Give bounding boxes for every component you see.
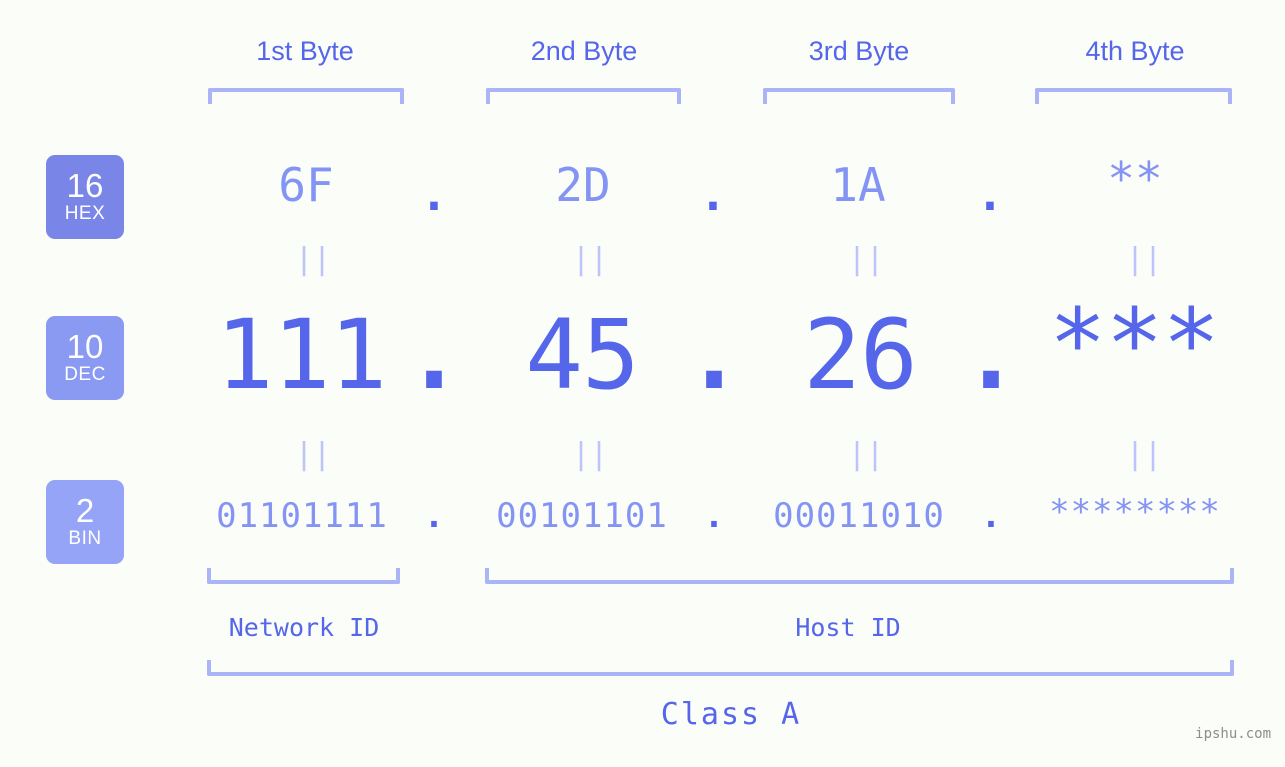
bin-separator-2: . [703, 496, 725, 536]
byte-header-label-4: 4th Byte [1085, 36, 1185, 66]
base-badge-bin-number: 2 [75, 492, 95, 529]
byte-header-label-1: 1st Byte [256, 36, 354, 66]
watermark: ipshu.com [1195, 726, 1271, 742]
host-id-label: Host ID [795, 613, 901, 642]
equals-mark-hex-dec-2: || [572, 242, 609, 277]
dec-byte-value-1: 111 [215, 299, 387, 411]
byte-bracket-top-3 [763, 88, 955, 104]
byte-header-label-2: 2nd Byte [530, 36, 638, 66]
base-badge-bin-abbr: BIN [68, 528, 102, 549]
bin-byte-value-3: 00011010 [773, 496, 945, 536]
base-badge-hex: 16 HEX [46, 155, 124, 239]
dec-separator-3: . [962, 299, 1020, 411]
equals-mark-hex-dec-4: || [1126, 242, 1163, 277]
class-bracket [207, 660, 1234, 676]
equals-mark-hex-dec-3: || [848, 242, 885, 277]
dec-separator-1: . [405, 299, 463, 411]
host-id-bracket [485, 568, 1234, 584]
bin-byte-value-2: 00101101 [496, 496, 668, 536]
equals-mark-dec-bin-1: || [295, 437, 332, 472]
equals-mark-hex-dec-1: || [295, 242, 332, 277]
class-label: Class A [660, 697, 802, 732]
byte-bracket-top-1 [208, 88, 404, 104]
network-id-label: Network ID [228, 613, 380, 642]
byte-bracket-top-4 [1035, 88, 1232, 104]
hex-separator-2: . [699, 167, 727, 221]
network-id-bracket [207, 568, 400, 584]
base-badge-hex-abbr: HEX [64, 203, 106, 224]
bin-byte-value-1: 01101111 [216, 496, 388, 536]
dec-byte-value-3: 26 [803, 299, 918, 411]
base-badge-dec: 10 DEC [46, 316, 124, 400]
hex-byte-value-4: ** [1107, 152, 1163, 206]
hex-separator-3: . [976, 167, 1004, 221]
byte-header-label-3: 3rd Byte [808, 36, 910, 66]
bin-byte-value-4: ******** [1049, 492, 1221, 532]
bin-separator-1: . [423, 496, 445, 536]
dec-byte-value-2: 45 [525, 299, 640, 411]
hex-byte-value-1: 6F [278, 158, 334, 212]
dec-separator-2: . [685, 299, 743, 411]
equals-mark-dec-bin-4: || [1126, 437, 1163, 472]
ip-address-breakdown-diagram: 1st Byte 2nd Byte 3rd Byte 4th Byte 16 H… [0, 0, 1285, 767]
dec-byte-value-4: *** [1048, 288, 1220, 400]
base-badge-bin: 2 BIN [46, 480, 124, 564]
equals-mark-dec-bin-2: || [572, 437, 609, 472]
hex-separator-1: . [420, 167, 448, 221]
equals-mark-dec-bin-3: || [848, 437, 885, 472]
base-badge-dec-abbr: DEC [64, 364, 106, 385]
hex-byte-value-2: 2D [555, 158, 611, 212]
byte-bracket-top-2 [486, 88, 681, 104]
hex-byte-value-3: 1A [830, 158, 886, 212]
base-badge-dec-number: 10 [66, 328, 104, 365]
bin-separator-3: . [980, 496, 1002, 536]
base-badge-hex-number: 16 [66, 167, 104, 204]
